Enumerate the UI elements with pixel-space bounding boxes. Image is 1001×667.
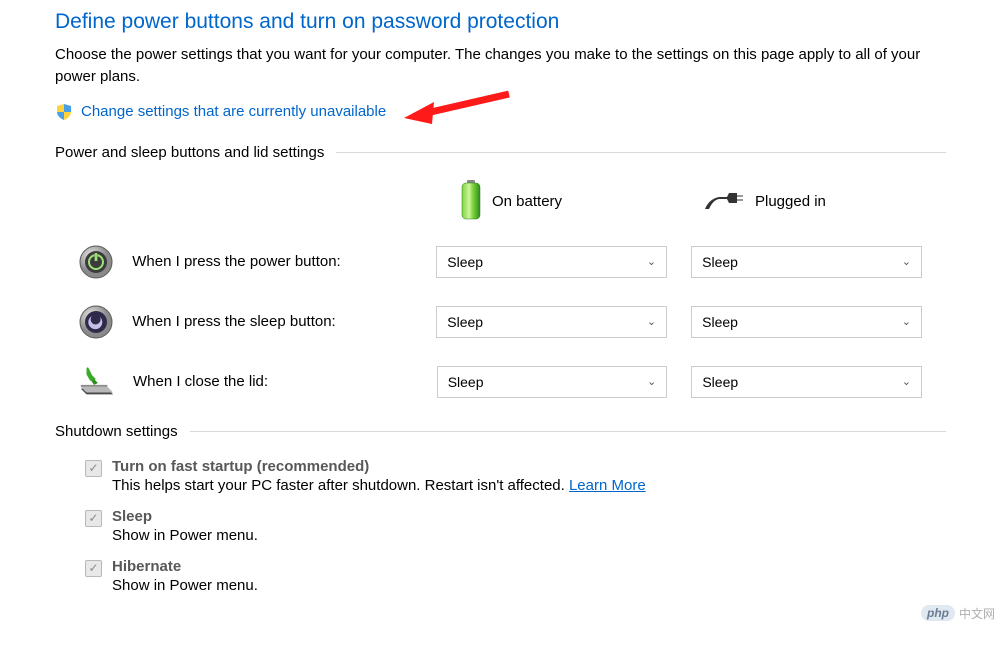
lid-battery-dropdown[interactable]: Sleep ⌄ [437, 366, 668, 398]
sleep-battery-value: Sleep [447, 314, 483, 330]
fast-startup-desc: This helps start your PC faster after sh… [112, 477, 646, 494]
lid-plugged-dropdown[interactable]: Sleep ⌄ [691, 366, 922, 398]
col-plugged-in: Plugged in [703, 187, 946, 217]
shutdown-item-fast-startup: Turn on fast startup (recommended) This … [55, 458, 946, 494]
close-lid-icon [77, 363, 115, 401]
sleep-plugged-dropdown[interactable]: Sleep ⌄ [691, 306, 922, 338]
hibernate-desc: Show in Power menu. [112, 577, 258, 594]
annotation-arrow [404, 102, 514, 122]
power-battery-dropdown[interactable]: Sleep ⌄ [436, 246, 667, 278]
sleep-title: Sleep [112, 508, 258, 525]
sleep-button-icon [77, 303, 114, 341]
sleep-battery-dropdown[interactable]: Sleep ⌄ [436, 306, 667, 338]
learn-more-link[interactable]: Learn More [569, 477, 646, 494]
shield-icon [55, 103, 73, 121]
sleep-plugged-value: Sleep [702, 314, 738, 330]
shutdown-section: Shutdown settings Turn on fast startup (… [55, 423, 946, 594]
shutdown-item-hibernate: Hibernate Show in Power menu. [55, 558, 946, 594]
change-settings-row: Change settings that are currently unava… [55, 102, 946, 122]
hibernate-checkbox[interactable] [85, 560, 102, 577]
chevron-down-icon: ⌄ [902, 375, 911, 388]
power-sleep-section-label: Power and sleep buttons and lid settings [55, 144, 946, 161]
shutdown-item-sleep: Sleep Show in Power menu. [55, 508, 946, 544]
col-battery-label: On battery [492, 193, 562, 210]
battery-icon [460, 179, 482, 225]
sleep-checkbox[interactable] [85, 510, 102, 527]
hibernate-title: Hibernate [112, 558, 258, 575]
fast-startup-title: Turn on fast startup (recommended) [112, 458, 646, 475]
watermark: php 中文网 [921, 605, 995, 622]
page-description: Choose the power settings that you want … [55, 44, 935, 88]
row-power-button: When I press the power button: Sleep ⌄ S… [55, 243, 946, 281]
page-title: Define power buttons and turn on passwor… [55, 10, 946, 34]
row-power-label: When I press the power button: [132, 253, 436, 270]
shutdown-section-label: Shutdown settings [55, 423, 946, 440]
change-settings-link[interactable]: Change settings that are currently unava… [81, 103, 386, 120]
power-button-icon [77, 243, 114, 281]
fast-startup-desc-text: This helps start your PC faster after sh… [112, 477, 569, 494]
plug-icon [703, 187, 745, 217]
col-plugged-label: Plugged in [755, 193, 826, 210]
chevron-down-icon: ⌄ [647, 255, 656, 268]
col-on-battery: On battery [460, 179, 703, 225]
row-lid-label: When I close the lid: [133, 373, 437, 390]
lid-plugged-value: Sleep [702, 374, 738, 390]
row-close-lid: When I close the lid: Sleep ⌄ Sleep ⌄ [55, 363, 946, 401]
fast-startup-checkbox[interactable] [85, 460, 102, 477]
shutdown-label-text: Shutdown settings [55, 423, 178, 440]
columns-header: On battery Plugged in [55, 179, 946, 225]
chevron-down-icon: ⌄ [647, 375, 656, 388]
row-sleep-button: When I press the sleep button: Sleep ⌄ S… [55, 303, 946, 341]
chevron-down-icon: ⌄ [902, 255, 911, 268]
watermark-text: 中文网 [959, 605, 995, 622]
power-plugged-value: Sleep [702, 254, 738, 270]
power-battery-value: Sleep [447, 254, 483, 270]
row-sleep-label: When I press the sleep button: [132, 313, 436, 330]
chevron-down-icon: ⌄ [647, 315, 656, 328]
watermark-badge: php [921, 605, 955, 621]
power-plugged-dropdown[interactable]: Sleep ⌄ [691, 246, 922, 278]
lid-battery-value: Sleep [448, 374, 484, 390]
chevron-down-icon: ⌄ [902, 315, 911, 328]
divider [336, 152, 946, 153]
power-sleep-label-text: Power and sleep buttons and lid settings [55, 144, 324, 161]
divider [190, 431, 946, 432]
sleep-desc: Show in Power menu. [112, 527, 258, 544]
